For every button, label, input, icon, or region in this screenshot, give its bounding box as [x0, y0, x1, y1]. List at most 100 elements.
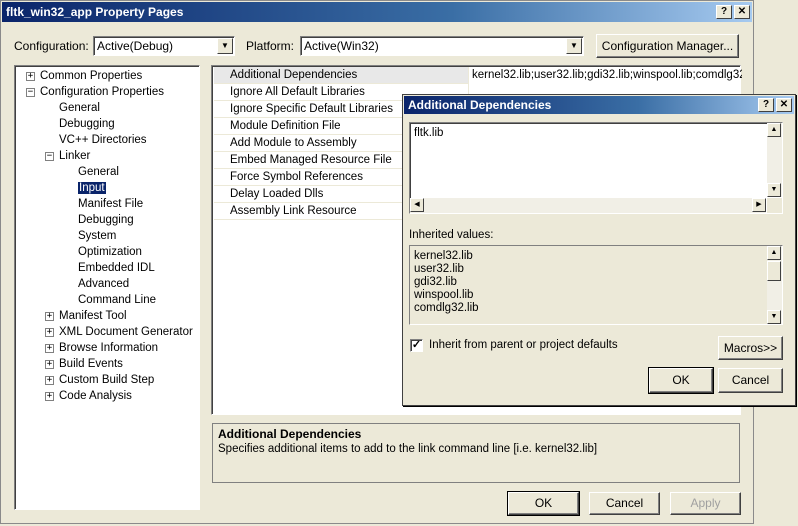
- expand-icon[interactable]: +: [45, 360, 54, 369]
- tree-item[interactable]: Manifest File: [78, 196, 143, 212]
- inherited-value-item[interactable]: comdlg32.lib: [414, 302, 479, 315]
- expand-icon[interactable]: +: [45, 312, 54, 321]
- tree-item[interactable]: Linker: [59, 148, 90, 164]
- inherit-checkbox[interactable]: ✓: [410, 339, 423, 352]
- tree-item[interactable]: Command Line: [78, 292, 156, 308]
- collapse-icon[interactable]: −: [26, 88, 35, 97]
- dependencies-edit-box[interactable]: fltk.lib ▲ ▼ ◀ ▶: [409, 122, 783, 214]
- tree-item[interactable]: Configuration Properties: [40, 84, 164, 100]
- close-button[interactable]: ✕: [734, 5, 750, 19]
- inherited-values-label: Inherited values:: [409, 229, 494, 241]
- property-value[interactable]: kernel32.lib;user32.lib;gdi32.lib;winspo…: [470, 67, 742, 84]
- tree-item[interactable]: Custom Build Step: [59, 372, 154, 388]
- dialog-ok-button[interactable]: OK: [648, 367, 714, 394]
- configuration-combo[interactable]: Active(Debug) ▼: [93, 36, 235, 56]
- dialog-help-button[interactable]: ?: [758, 98, 774, 112]
- platform-combo-value: Active(Win32): [304, 39, 379, 53]
- title-bar[interactable]: fltk_win32_app Property Pages ? ✕: [2, 2, 752, 22]
- dialog-title: Additional Dependencies: [408, 98, 552, 112]
- scroll-right-icon[interactable]: ▶: [752, 198, 766, 212]
- expand-icon[interactable]: +: [45, 328, 54, 337]
- dialog-title-bar[interactable]: Additional Dependencies ? ✕: [404, 96, 794, 114]
- scroll-up-icon[interactable]: ▲: [767, 123, 781, 137]
- inherit-checkbox-label[interactable]: Inherit from parent or project defaults: [429, 339, 618, 351]
- help-button[interactable]: ?: [716, 5, 732, 19]
- tree-item[interactable]: Advanced: [78, 276, 129, 292]
- tree-item-label[interactable]: Configuration Properties: [40, 86, 164, 98]
- edit-vertical-scrollbar[interactable]: ▲ ▼: [767, 123, 782, 197]
- dialog-cancel-button[interactable]: Cancel: [718, 368, 783, 393]
- tree-item-label[interactable]: Embedded IDL: [78, 262, 155, 274]
- tree-item-label[interactable]: Optimization: [78, 246, 142, 258]
- scroll-left-icon[interactable]: ◀: [410, 198, 424, 212]
- edit-horizontal-scrollbar[interactable]: ◀ ▶: [410, 198, 766, 213]
- inherited-value-item[interactable]: user32.lib: [414, 263, 479, 276]
- tree-item-label[interactable]: Command Line: [78, 294, 156, 306]
- tree-item[interactable]: General: [78, 164, 119, 180]
- grid-row[interactable]: Additional Dependencies kernel32.lib;user…: [214, 67, 742, 84]
- tree-item[interactable]: Code Analysis: [59, 388, 132, 404]
- scrollbar-thumb[interactable]: [767, 261, 781, 281]
- property-name[interactable]: Additional Dependencies: [214, 67, 468, 84]
- description-title: Additional Dependencies: [218, 427, 362, 441]
- configuration-manager-button[interactable]: Configuration Manager...: [596, 34, 739, 58]
- description-text: Specifies additional items to add to the…: [218, 443, 598, 455]
- tree-item-label[interactable]: Input: [78, 182, 106, 194]
- tree-item-label[interactable]: General: [78, 166, 119, 178]
- macros-button[interactable]: Macros>>: [718, 336, 783, 360]
- tree-item[interactable]: General: [59, 100, 100, 116]
- tree-item-label[interactable]: System: [78, 230, 116, 242]
- tree-item-label[interactable]: XML Document Generator: [59, 326, 193, 338]
- tree-item-label[interactable]: Custom Build Step: [59, 374, 154, 386]
- tree-item-label[interactable]: Manifest File: [78, 198, 143, 210]
- scroll-corner: [767, 198, 782, 213]
- apply-button[interactable]: Apply: [670, 492, 741, 515]
- expand-icon[interactable]: +: [45, 376, 54, 385]
- expand-icon[interactable]: +: [26, 72, 35, 81]
- tree-item[interactable]: Input: [78, 180, 106, 196]
- tree-item-label[interactable]: Linker: [59, 150, 90, 162]
- tree-item[interactable]: Browse Information: [59, 340, 158, 356]
- cancel-button[interactable]: Cancel: [589, 492, 660, 515]
- platform-label: Platform:: [246, 39, 295, 53]
- scroll-down-icon[interactable]: ▼: [767, 183, 781, 197]
- tree-item-label[interactable]: Debugging: [78, 214, 134, 226]
- ok-button[interactable]: OK: [507, 491, 580, 516]
- inherited-value-item[interactable]: kernel32.lib: [414, 250, 479, 263]
- tree-item[interactable]: Manifest Tool: [59, 308, 127, 324]
- inherited-value-item[interactable]: winspool.lib: [414, 289, 479, 302]
- inherited-values-list[interactable]: kernel32.lib user32.lib gdi32.lib winspool.…: [409, 245, 783, 325]
- tree-item[interactable]: Build Events: [59, 356, 123, 372]
- tree-item-label[interactable]: Advanced: [78, 278, 129, 290]
- dependencies-edit-text[interactable]: fltk.lib: [414, 127, 443, 139]
- inherited-values-items: kernel32.lib user32.lib gdi32.lib winspool.…: [414, 250, 479, 315]
- window-title: fltk_win32_app Property Pages: [6, 5, 184, 19]
- tree-item-label[interactable]: Code Analysis: [59, 390, 132, 402]
- expand-icon[interactable]: +: [45, 392, 54, 401]
- tree-item[interactable]: Common Properties: [40, 68, 142, 84]
- tree-item-label[interactable]: Common Properties: [40, 70, 142, 82]
- scroll-up-icon[interactable]: ▲: [767, 246, 781, 260]
- tree-item[interactable]: XML Document Generator: [59, 324, 193, 340]
- dialog-close-button[interactable]: ✕: [776, 98, 792, 112]
- inherited-vertical-scrollbar[interactable]: ▲ ▼: [767, 246, 782, 324]
- chevron-down-icon[interactable]: ▼: [217, 38, 233, 54]
- inherited-value-item[interactable]: gdi32.lib: [414, 276, 479, 289]
- tree-item-label[interactable]: Manifest Tool: [59, 310, 127, 322]
- scroll-down-icon[interactable]: ▼: [767, 310, 781, 324]
- tree-item[interactable]: Debugging: [78, 212, 134, 228]
- tree-item[interactable]: Debugging: [59, 116, 115, 132]
- tree-item[interactable]: VC++ Directories: [59, 132, 147, 148]
- chevron-down-icon[interactable]: ▼: [566, 38, 582, 54]
- tree-item[interactable]: System: [78, 228, 116, 244]
- tree-item[interactable]: Embedded IDL: [78, 260, 155, 276]
- tree-item-label[interactable]: Debugging: [59, 118, 115, 130]
- tree-item[interactable]: Optimization: [78, 244, 142, 260]
- tree-item-label[interactable]: Browse Information: [59, 342, 158, 354]
- tree-item-label[interactable]: General: [59, 102, 100, 114]
- platform-combo[interactable]: Active(Win32) ▼: [300, 36, 584, 56]
- expand-icon[interactable]: +: [45, 344, 54, 353]
- tree-item-label[interactable]: Build Events: [59, 358, 123, 370]
- collapse-icon[interactable]: −: [45, 152, 54, 161]
- tree-item-label[interactable]: VC++ Directories: [59, 134, 147, 146]
